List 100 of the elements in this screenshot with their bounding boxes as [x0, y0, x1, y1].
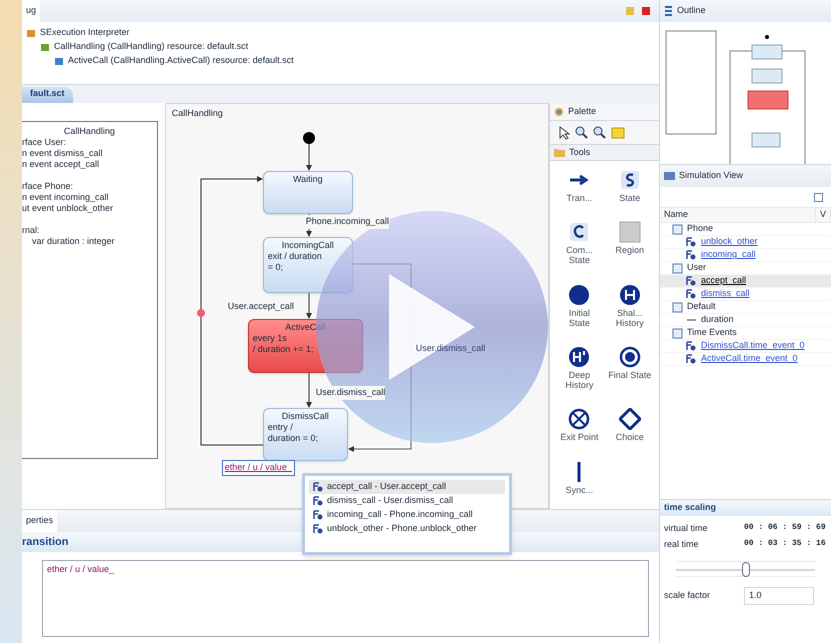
- time-slider[interactable]: [676, 561, 815, 577]
- state-action: entry /: [268, 422, 294, 433]
- zoom-out-icon[interactable]: [593, 126, 606, 139]
- panel-tab[interactable]: Outline: [677, 4, 706, 18]
- event-link[interactable]: ActiveCall.time_event_0: [701, 352, 798, 366]
- palette-tool[interactable]: Region: [604, 221, 655, 280]
- transition-label: User.dismiss_call: [316, 386, 386, 400]
- event-icon: [686, 288, 697, 300]
- event-icon: [686, 276, 697, 286]
- state-action: every 1s: [252, 333, 288, 344]
- expression-field[interactable]: ether / u / value_: [42, 560, 649, 637]
- event-icon: [313, 510, 323, 520]
- sync-tool-icon: [577, 460, 582, 483]
- definition-line: rface Phone:: [22, 181, 74, 192]
- inline-edit-field[interactable]: ether / u / value_: [222, 460, 295, 476]
- event-icon: [313, 524, 323, 534]
- zoom-in-icon[interactable]: [575, 126, 588, 139]
- palette-tool[interactable]: Deep History: [554, 346, 605, 404]
- state-node[interactable]: Waiting: [262, 171, 353, 214]
- palette-tool[interactable]: Final State: [604, 346, 655, 404]
- section-title: time scaling: [660, 500, 831, 516]
- final-tool-icon: [618, 346, 641, 368]
- shallow-tool-icon: [618, 284, 641, 306]
- composite-tool-icon: [568, 221, 590, 244]
- choice-tool-icon: [618, 408, 641, 430]
- event-icon: [686, 236, 697, 248]
- tree-item: duration: [701, 313, 734, 326]
- state-action: exit / duration: [268, 251, 323, 262]
- completion-item[interactable]: dismiss_call - User.dismiss_call: [309, 494, 505, 508]
- outline-icon: [664, 6, 673, 16]
- definition-line: n event incoming_call: [22, 192, 110, 203]
- collapse-icon[interactable]: [814, 192, 823, 202]
- initial-tool-icon: [568, 284, 590, 306]
- event-link[interactable]: incoming_call: [701, 248, 756, 262]
- transition-arrow: [306, 292, 312, 319]
- palette-tool[interactable]: Shal... History: [604, 284, 655, 342]
- select-arrow-icon[interactable]: [558, 126, 570, 140]
- state-tool-icon: [618, 169, 641, 191]
- palette-tool[interactable]: Choice: [604, 408, 655, 457]
- time-label: virtual time: [664, 522, 709, 535]
- deep-tool-icon: [568, 346, 590, 368]
- palette-title: Palette: [568, 104, 596, 118]
- note-icon[interactable]: [611, 126, 626, 138]
- palette-icon: [554, 106, 564, 116]
- tree-item[interactable]: ActiveCall (CallHandling.ActiveCall) resource: default.sct: [68, 54, 294, 68]
- state-action: / duration += 1;: [252, 344, 314, 355]
- definition-line: n event accept_call: [22, 159, 100, 170]
- tree-item[interactable]: Default: [687, 300, 716, 314]
- folder-icon: [672, 302, 683, 312]
- transition-label: User.accept_call: [228, 300, 294, 314]
- tree-node-icon: [26, 28, 36, 38]
- view-icon: [664, 172, 675, 180]
- palette-tool[interactable]: Com... State: [554, 221, 605, 280]
- event-icon: [686, 250, 697, 260]
- state-node[interactable]: DismissCall entry / duration = 0;: [262, 408, 348, 461]
- tree-item[interactable]: Time Events: [687, 326, 737, 340]
- region-title: CallHandling: [172, 107, 223, 120]
- completion-item[interactable]: accept_call - User.accept_call: [309, 480, 505, 494]
- panel-tab[interactable]: ug: [22, 0, 40, 22]
- tree-item[interactable]: User: [687, 261, 706, 275]
- drawer-title[interactable]: Tools: [569, 146, 590, 160]
- state-name: DismissCall: [280, 411, 330, 422]
- palette-tool[interactable]: Initial State: [554, 284, 605, 342]
- completion-item[interactable]: incoming_call - Phone.incoming_call: [309, 508, 505, 522]
- palette-tool[interactable]: Exit Point: [554, 408, 605, 457]
- tree-item[interactable]: SExecution Interpreter: [40, 26, 130, 40]
- palette-tool[interactable]: Sync...: [554, 460, 605, 509]
- transition-arrow: [306, 372, 312, 408]
- state-action: duration = 0;: [268, 433, 320, 444]
- event-link[interactable]: DismissCall.time_event_0: [701, 339, 805, 353]
- state-name: IncomingCall: [280, 240, 335, 251]
- event-icon: [313, 496, 323, 506]
- tree-item[interactable]: Phone: [687, 222, 714, 236]
- panel-tab[interactable]: perties: [22, 510, 58, 532]
- time-value: 00 : 03 : 35 : 16: [744, 538, 826, 550]
- stop-icon[interactable]: [641, 6, 651, 16]
- slider-thumb[interactable]: [742, 562, 750, 577]
- column-header[interactable]: V: [816, 208, 831, 222]
- palette-tool[interactable]: Tran...: [554, 169, 605, 218]
- state-name: ActiveCall: [284, 322, 326, 333]
- event-icon: [686, 354, 697, 364]
- event-link[interactable]: unblock_other: [701, 235, 758, 249]
- tree-node-icon: [40, 42, 50, 52]
- folder-icon: [672, 224, 683, 234]
- column-header[interactable]: Name: [660, 208, 816, 222]
- tree-item[interactable]: CallHandling (CallHandling) resource: default.sct: [54, 40, 248, 54]
- definition-title: CallHandling: [62, 126, 116, 137]
- event-icon: [686, 340, 697, 352]
- palette-tool[interactable]: State: [604, 169, 655, 218]
- time-label: real time: [664, 538, 700, 550]
- definition-line: rnal:: [22, 225, 41, 236]
- state-name: Waiting: [292, 174, 324, 185]
- exit-tool-icon: [568, 408, 590, 430]
- scale-factor-field[interactable]: 1.0: [744, 587, 814, 605]
- transition-label: Phone.incoming_call: [306, 215, 389, 228]
- editor-tab[interactable]: fault.sct: [22, 87, 73, 103]
- event-link[interactable]: dismiss_call: [701, 287, 750, 301]
- definition-line: ut event unblock_other: [22, 203, 114, 214]
- time-value: 00 : 06 : 59 : 69: [744, 522, 826, 534]
- folder-icon: [672, 262, 683, 274]
